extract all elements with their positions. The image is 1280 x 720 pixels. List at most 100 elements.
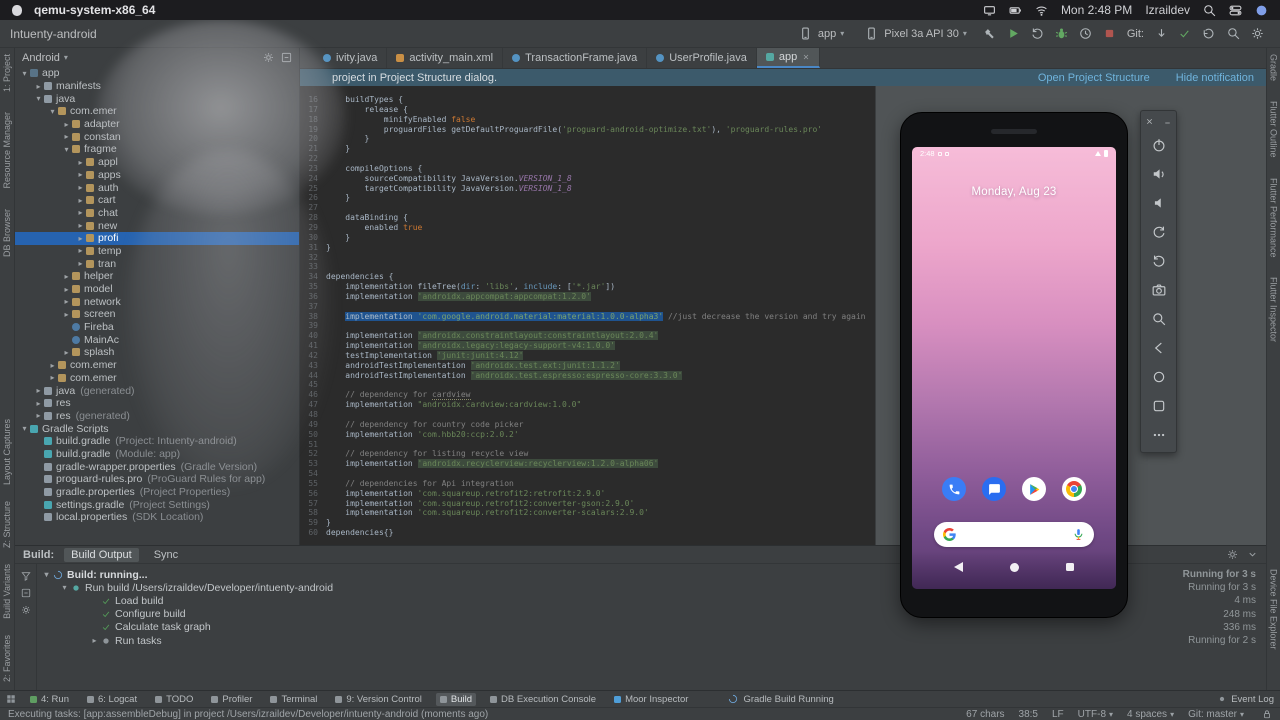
tree-item[interactable]: ▾ app	[15, 67, 299, 80]
tree-expand-icon[interactable]: ▸	[89, 636, 100, 645]
tool-window-button[interactable]: 2: Favorites	[2, 635, 12, 682]
tree-item[interactable]: gradle-wrapper.properties (Gradle Versio…	[15, 460, 299, 473]
status-widget[interactable]: 38:5 ▾	[1019, 709, 1038, 720]
tool-window-button[interactable]: Z: Structure	[2, 501, 12, 548]
code-editor[interactable]: 16 buildTypes { 17 release { 18 minifyEn…	[300, 86, 875, 545]
tree-expand-icon[interactable]: ▸	[61, 272, 72, 281]
tree-item[interactable]: ▸ helper	[15, 270, 299, 283]
tree-item[interactable]: ▸ temp	[15, 245, 299, 258]
tree-expand-icon[interactable]: ▸	[75, 158, 86, 167]
search-icon[interactable]	[1225, 25, 1242, 42]
tree-expand-icon[interactable]: ▾	[33, 94, 44, 103]
tool-window-tab[interactable]: TODO	[151, 693, 197, 706]
tree-item[interactable]: settings.gradle (Project Settings)	[15, 498, 299, 511]
project-scope-selector[interactable]: Android	[22, 52, 60, 64]
tree-item[interactable]: ▸ chat	[15, 207, 299, 220]
tree-item[interactable]: ▾ com.emer	[15, 105, 299, 118]
tool-window-tab[interactable]: Moor Inspector	[610, 693, 692, 706]
volume-up-button[interactable]	[1141, 159, 1176, 188]
phone-app-icon[interactable]	[942, 477, 966, 501]
tool-window-tab[interactable]: 4: Run	[26, 693, 73, 706]
settings-icon[interactable]	[1249, 25, 1266, 42]
apple-menu-icon[interactable]	[12, 4, 22, 16]
tree-item[interactable]: ▸ com.emer	[15, 372, 299, 385]
tree-item[interactable]: ▸ res (generated)	[15, 410, 299, 423]
tree-item[interactable]: ▸ profi	[15, 231, 299, 245]
filter-icon[interactable]	[20, 571, 31, 581]
spotlight-search-icon[interactable]	[1203, 4, 1216, 17]
device-selector[interactable]: Pixel 3a API 30 ▾	[858, 23, 972, 44]
tree-item[interactable]: ▸ appl	[15, 156, 299, 169]
debug-icon[interactable]	[1053, 25, 1070, 42]
tool-window-button[interactable]: Layout Captures	[2, 419, 12, 485]
tree-expand-icon[interactable]: ▸	[33, 386, 44, 395]
messages-app-icon[interactable]	[982, 477, 1006, 501]
user-menu[interactable]: Izraildev	[1145, 3, 1190, 17]
overview-button[interactable]	[1141, 391, 1176, 420]
tool-window-button[interactable]: 1: Project	[2, 54, 12, 92]
tree-expand-icon[interactable]: ▸	[75, 196, 86, 205]
tree-item[interactable]: ▸ network	[15, 295, 299, 308]
stop-icon[interactable]	[1101, 25, 1118, 42]
git-commit-icon[interactable]	[1176, 25, 1193, 42]
tree-item[interactable]: MainAc	[15, 333, 299, 346]
tool-window-button[interactable]: Flutter Performance	[1269, 178, 1279, 258]
tree-item[interactable]: ▸ com.emer	[15, 359, 299, 372]
tree-expand-icon[interactable]: ▸	[33, 399, 44, 408]
tree-expand-icon[interactable]: ▸	[33, 411, 44, 420]
chrome-app-icon[interactable]	[1062, 477, 1086, 501]
tree-item[interactable]: ▸ auth	[15, 181, 299, 194]
profile-icon[interactable]	[1077, 25, 1094, 42]
tree-item[interactable]: ▸ apps	[15, 169, 299, 182]
editor-tab[interactable]: app	[756, 48, 821, 68]
collapse-all-icon[interactable]	[21, 588, 31, 598]
tree-item[interactable]: build.gradle (Module: app)	[15, 448, 299, 461]
tree-expand-icon[interactable]: ▾	[19, 424, 30, 433]
wifi-icon[interactable]	[1035, 4, 1048, 17]
build-tree-row[interactable]: Calculate task graph 336 ms	[37, 621, 1266, 634]
tree-expand-icon[interactable]: ▸	[61, 120, 72, 129]
build-options-icon[interactable]	[21, 605, 31, 615]
home-button[interactable]	[1141, 362, 1176, 391]
tree-item[interactable]: ▸ splash	[15, 346, 299, 359]
tree-expand-icon[interactable]: ▸	[61, 285, 72, 294]
volume-down-button[interactable]	[1141, 188, 1176, 217]
status-widget[interactable]: 67 chars ▾	[966, 709, 1004, 720]
tree-expand-icon[interactable]: ▸	[75, 221, 86, 230]
tree-item[interactable]: proguard-rules.pro (ProGuard Rules for a…	[15, 473, 299, 486]
tree-expand-icon[interactable]: ▸	[75, 259, 86, 268]
tree-expand-icon[interactable]: ▸	[61, 132, 72, 141]
status-message[interactable]: Executing tasks: [app:assembleDebug] in …	[8, 709, 488, 720]
git-rollback-icon[interactable]	[1199, 25, 1216, 42]
tree-item[interactable]: build.gradle (Project: Intuenty-android)	[15, 435, 299, 448]
tool-window-button[interactable]: Resource Manager	[2, 112, 12, 189]
tree-item[interactable]: ▸ tran	[15, 257, 299, 270]
tree-item[interactable]: ▾ fragme	[15, 143, 299, 156]
build-settings-icon[interactable]	[1227, 549, 1238, 560]
tree-item[interactable]: ▾ Gradle Scripts	[15, 422, 299, 435]
tool-window-tab[interactable]: Build	[435, 692, 477, 706]
tree-expand-icon[interactable]: ▾	[61, 145, 72, 154]
status-widget[interactable]: LF ▾	[1052, 709, 1064, 720]
tree-item[interactable]: ▾ java	[15, 92, 299, 105]
tool-window-button[interactable]: Gradle	[1269, 54, 1279, 81]
run-config-selector[interactable]: app ▾	[792, 23, 849, 44]
tree-expand-icon[interactable]: ▸	[61, 348, 72, 357]
tool-window-tab[interactable]: DB Execution Console	[486, 693, 600, 706]
tool-window-button[interactable]: Flutter Outline	[1269, 101, 1279, 158]
tree-item[interactable]: ▸ new	[15, 219, 299, 232]
tree-item[interactable]: ▸ model	[15, 283, 299, 296]
tool-window-switcher-icon[interactable]	[6, 694, 16, 704]
tool-window-tab[interactable]: 9: Version Control	[331, 693, 426, 706]
editor-tab[interactable]: UserProfile.java	[647, 48, 757, 68]
tool-window-tab[interactable]: Profiler	[207, 693, 256, 706]
android-overview-button[interactable]	[1066, 563, 1074, 571]
tree-expand-icon[interactable]: ▸	[61, 310, 72, 319]
status-widget[interactable]: UTF-8 ▾	[1078, 709, 1113, 720]
notification-link[interactable]: Open Project Structure	[1038, 72, 1150, 84]
zoom-button[interactable]	[1141, 304, 1176, 333]
menu-bar-clock[interactable]: Mon 2:48 PM	[1061, 3, 1132, 17]
screenshot-button[interactable]	[1141, 275, 1176, 304]
tree-expand-icon[interactable]: ▾	[59, 583, 70, 592]
back-button[interactable]	[1141, 333, 1176, 362]
